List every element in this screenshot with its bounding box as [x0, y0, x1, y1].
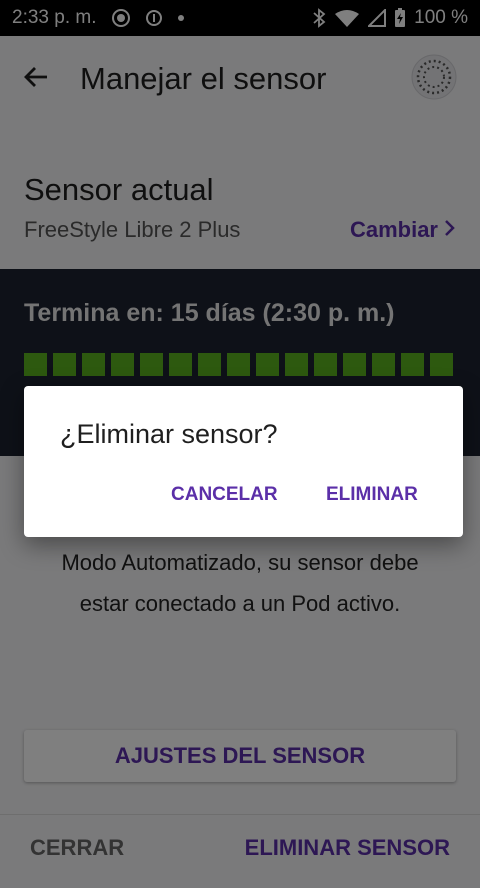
confirm-dialog: ¿Eliminar sensor? CANCELAR ELIMINAR	[24, 386, 463, 537]
dialog-cancel-button[interactable]: CANCELAR	[171, 484, 278, 506]
dialog-confirm-button[interactable]: ELIMINAR	[326, 484, 418, 506]
dialog-title: ¿Eliminar sensor?	[60, 419, 278, 449]
